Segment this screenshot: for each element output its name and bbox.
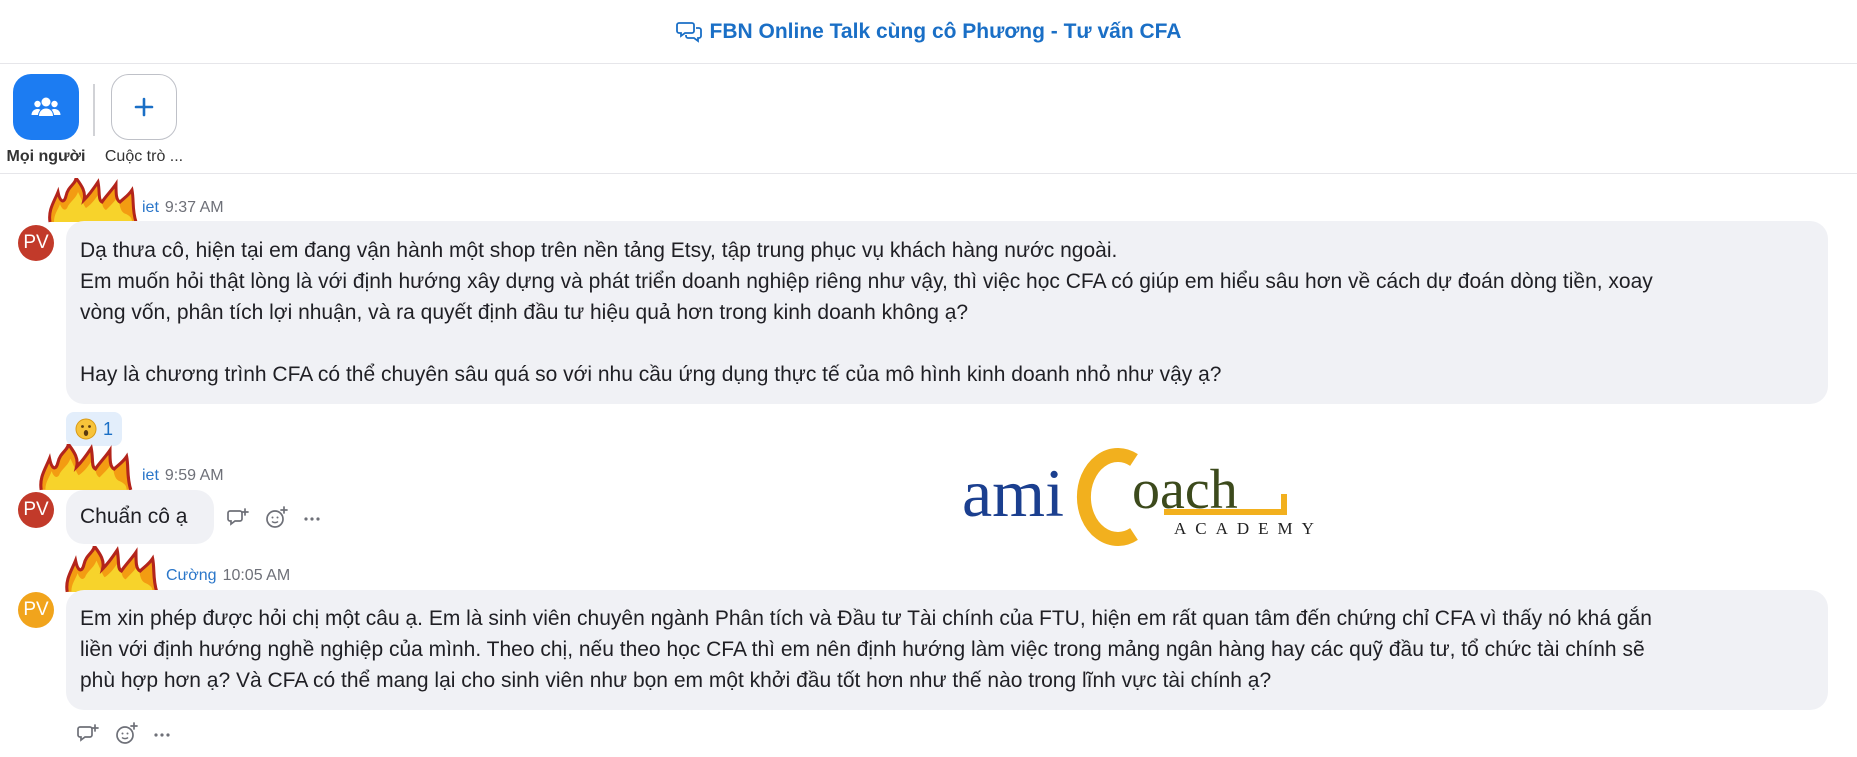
sender-name[interactable]: iet	[142, 199, 159, 216]
message-bubble[interactable]: Dạ thưa cô, hiện tại em đang vận hành mộ…	[66, 221, 1828, 404]
message-line: Em muốn hỏi thật lòng là với định hướng …	[80, 270, 1653, 293]
message-bubble[interactable]: Em xin phép được hỏi chị một câu ạ. Em l…	[66, 590, 1828, 710]
message-line: Dạ thưa cô, hiện tại em đang vận hành mộ…	[80, 239, 1118, 262]
svg-text:ACADEMY: ACADEMY	[1174, 519, 1323, 538]
channel-tabs: Mọi người Cuộc trò ...	[0, 64, 1857, 174]
plus-icon	[134, 97, 154, 117]
surprised-face-emoji	[75, 418, 97, 440]
people-icon	[31, 97, 61, 116]
sender-name[interactable]: Cường	[166, 567, 217, 584]
flame-sticker-icon	[39, 444, 133, 491]
message-line: Em xin phép được hỏi chị một câu ạ. Em l…	[80, 607, 1652, 630]
message-line: vòng vốn, phân tích lợi nhuận, và ra quy…	[80, 301, 969, 324]
reply-thread-icon[interactable]	[76, 722, 100, 746]
tab-label: Cuộc trò ...	[104, 148, 184, 165]
tab-divider	[93, 84, 95, 136]
tab-label: Mọi người	[6, 148, 86, 165]
message-bubble[interactable]: Chuẩn cô ạ	[66, 490, 214, 544]
chat-title-bar: FBN Online Talk cùng cô Phương - Tư vấn …	[0, 0, 1857, 64]
message-actions	[76, 722, 172, 746]
message-meta: Cường 10:05 AM	[166, 567, 290, 585]
message-line: phù hợp hơn ạ? Và CFA có thể mang lại ch…	[80, 669, 1272, 692]
avatar[interactable]: PV	[18, 225, 54, 261]
avatar[interactable]: PV	[18, 492, 54, 528]
tab-people[interactable]: Mọi người	[0, 74, 92, 166]
chat-bubbles-icon	[675, 21, 702, 43]
message-meta: iet 9:59 AM	[142, 467, 224, 485]
message-line: Chuẩn cô ạ	[80, 505, 188, 528]
add-reaction-icon[interactable]	[264, 506, 288, 530]
message-time: 9:37 AM	[164, 199, 224, 216]
tab-conversations[interactable]: Cuộc trò ...	[98, 74, 190, 166]
amicoach-logo: ami oach ACADEMY	[962, 448, 1323, 546]
add-reaction-icon[interactable]	[114, 722, 138, 746]
message-time: 9:59 AM	[164, 467, 224, 484]
message-meta: iet 9:37 AM	[142, 199, 224, 217]
message-line: Hay là chương trình CFA có thể chuyên sâ…	[80, 363, 1222, 386]
message-line: liền với định hướng nghề nghiệp của mình…	[80, 638, 1645, 661]
message-actions	[226, 506, 322, 530]
reaction-chip[interactable]: 1	[66, 412, 122, 446]
flame-sticker-icon	[48, 178, 138, 223]
sender-name[interactable]: iet	[142, 467, 159, 484]
new-conversation-button[interactable]	[111, 74, 177, 140]
people-tab-button[interactable]	[13, 74, 79, 140]
chat-title[interactable]: FBN Online Talk cùng cô Phương - Tư vấn …	[710, 20, 1182, 44]
more-options-icon[interactable]	[302, 506, 322, 530]
more-options-icon[interactable]	[152, 722, 172, 746]
message-time: 10:05 AM	[222, 567, 291, 584]
svg-text:ami: ami	[962, 455, 1064, 531]
reply-thread-icon[interactable]	[226, 506, 250, 530]
flame-sticker-icon	[65, 546, 159, 593]
avatar[interactable]: PV	[18, 592, 54, 628]
reaction-count: 1	[102, 418, 113, 439]
